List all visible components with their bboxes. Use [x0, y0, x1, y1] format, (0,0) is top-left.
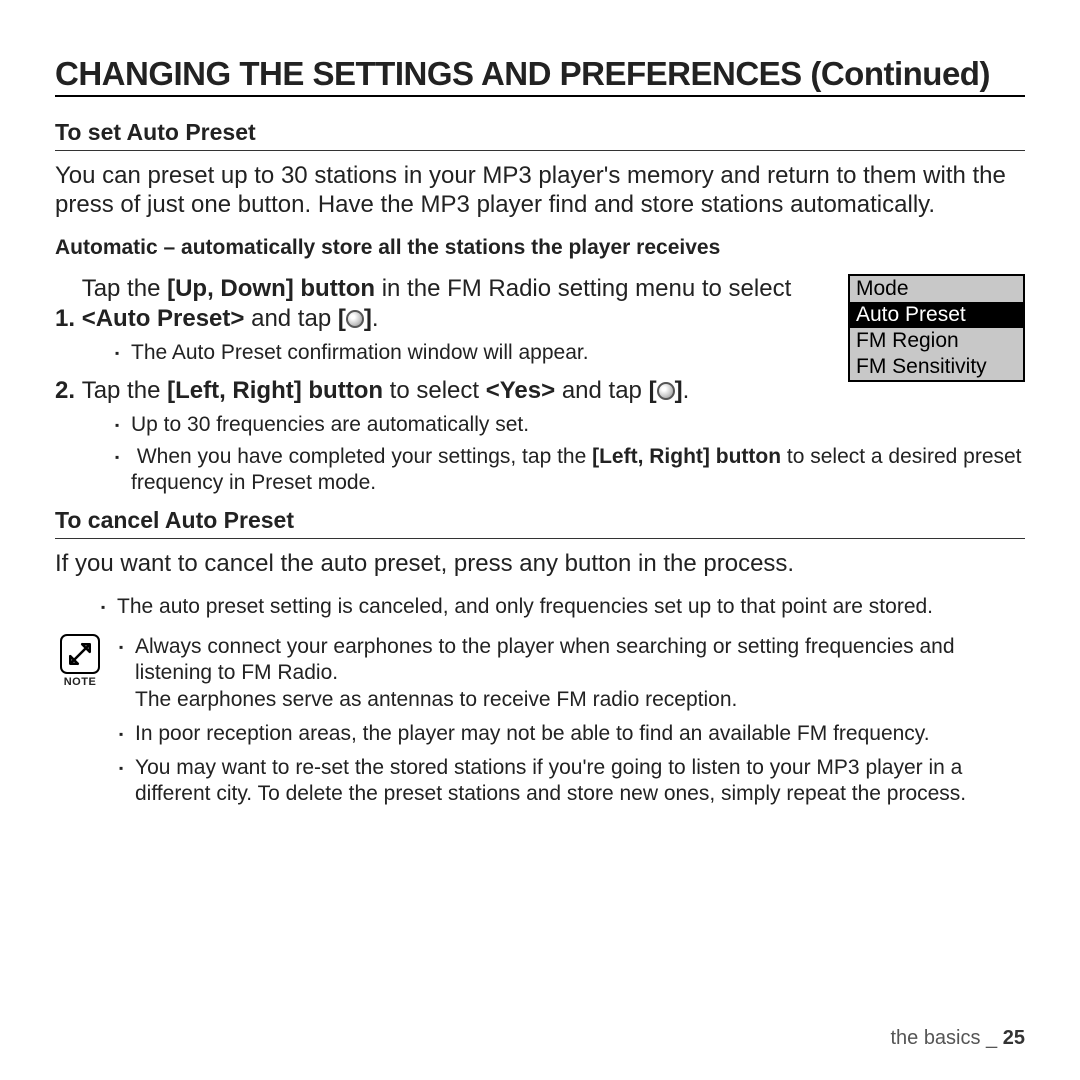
cancel-sub-item: The auto preset setting is canceled, and… [101, 594, 1025, 620]
intro-paragraph-2: If you want to cancel the auto preset, p… [55, 549, 1025, 578]
menu-item-auto-preset: Auto Preset [850, 302, 1023, 328]
subheading-set-auto-preset: To set Auto Preset [55, 119, 1025, 146]
note-badge: NOTE [55, 634, 105, 688]
intro-paragraph-1: You can preset up to 30 stations in your… [55, 161, 1025, 220]
step-2-sub-1: Up to 30 frequencies are automatically s… [115, 412, 1025, 438]
note-list: Always connect your earphones to the pla… [119, 634, 1025, 816]
t: [Left, Right] button [592, 445, 781, 468]
step-2-sub-2: When you have completed your settings, t… [115, 444, 1025, 497]
note-item-3: You may want to re-set the stored statio… [119, 755, 1025, 808]
steps-wrap: Mode Auto Preset FM Region FM Sensitivit… [55, 274, 1025, 497]
menu-item-fm-region: FM Region [850, 328, 1023, 354]
t: to select [383, 377, 486, 404]
page-footer: the basics _ 25 [890, 1027, 1025, 1050]
subheading-cancel-auto-preset: To cancel Auto Preset [55, 507, 1025, 534]
t: [Up, Down] button [167, 275, 375, 302]
t: and tap [244, 305, 337, 332]
footer-page-number: 25 [1003, 1027, 1025, 1049]
automatic-line: Automatic – automatically store all the … [55, 236, 1025, 260]
menu-item-fm-sensitivity: FM Sensitivity [850, 354, 1023, 380]
cancel-sub-list: The auto preset setting is canceled, and… [55, 594, 1025, 620]
page-title: CHANGING THE SETTINGS AND PREFERENCES (C… [55, 55, 1025, 93]
menu-item-mode: Mode [850, 276, 1023, 302]
ok-button-icon [346, 310, 364, 328]
note-item-1: Always connect your earphones to the pla… [119, 634, 1025, 713]
step-2: 2. Tap the [Left, Right] button to selec… [55, 376, 1025, 497]
title-rule [55, 95, 1025, 97]
note-label: NOTE [55, 676, 105, 688]
note-block: NOTE Always connect your earphones to th… [55, 634, 1025, 816]
t: and tap [555, 377, 648, 404]
t: <Yes> [486, 377, 555, 404]
t: <Auto Preset> [82, 305, 245, 332]
note-item-2: In poor reception areas, the player may … [119, 721, 1025, 747]
ok-button-icon [657, 382, 675, 400]
t: When you have completed your settings, t… [137, 445, 592, 468]
t: [Left, Right] button [167, 377, 383, 404]
note-icon [60, 634, 100, 674]
t: Tap the [82, 377, 167, 404]
footer-section: the basics _ [890, 1027, 1002, 1049]
fm-settings-menu: Mode Auto Preset FM Region FM Sensitivit… [848, 274, 1025, 382]
t: in the FM Radio setting menu to select [375, 275, 791, 302]
sub-rule-2 [55, 538, 1025, 539]
sub-rule-1 [55, 150, 1025, 151]
t: Tap the [82, 275, 167, 302]
